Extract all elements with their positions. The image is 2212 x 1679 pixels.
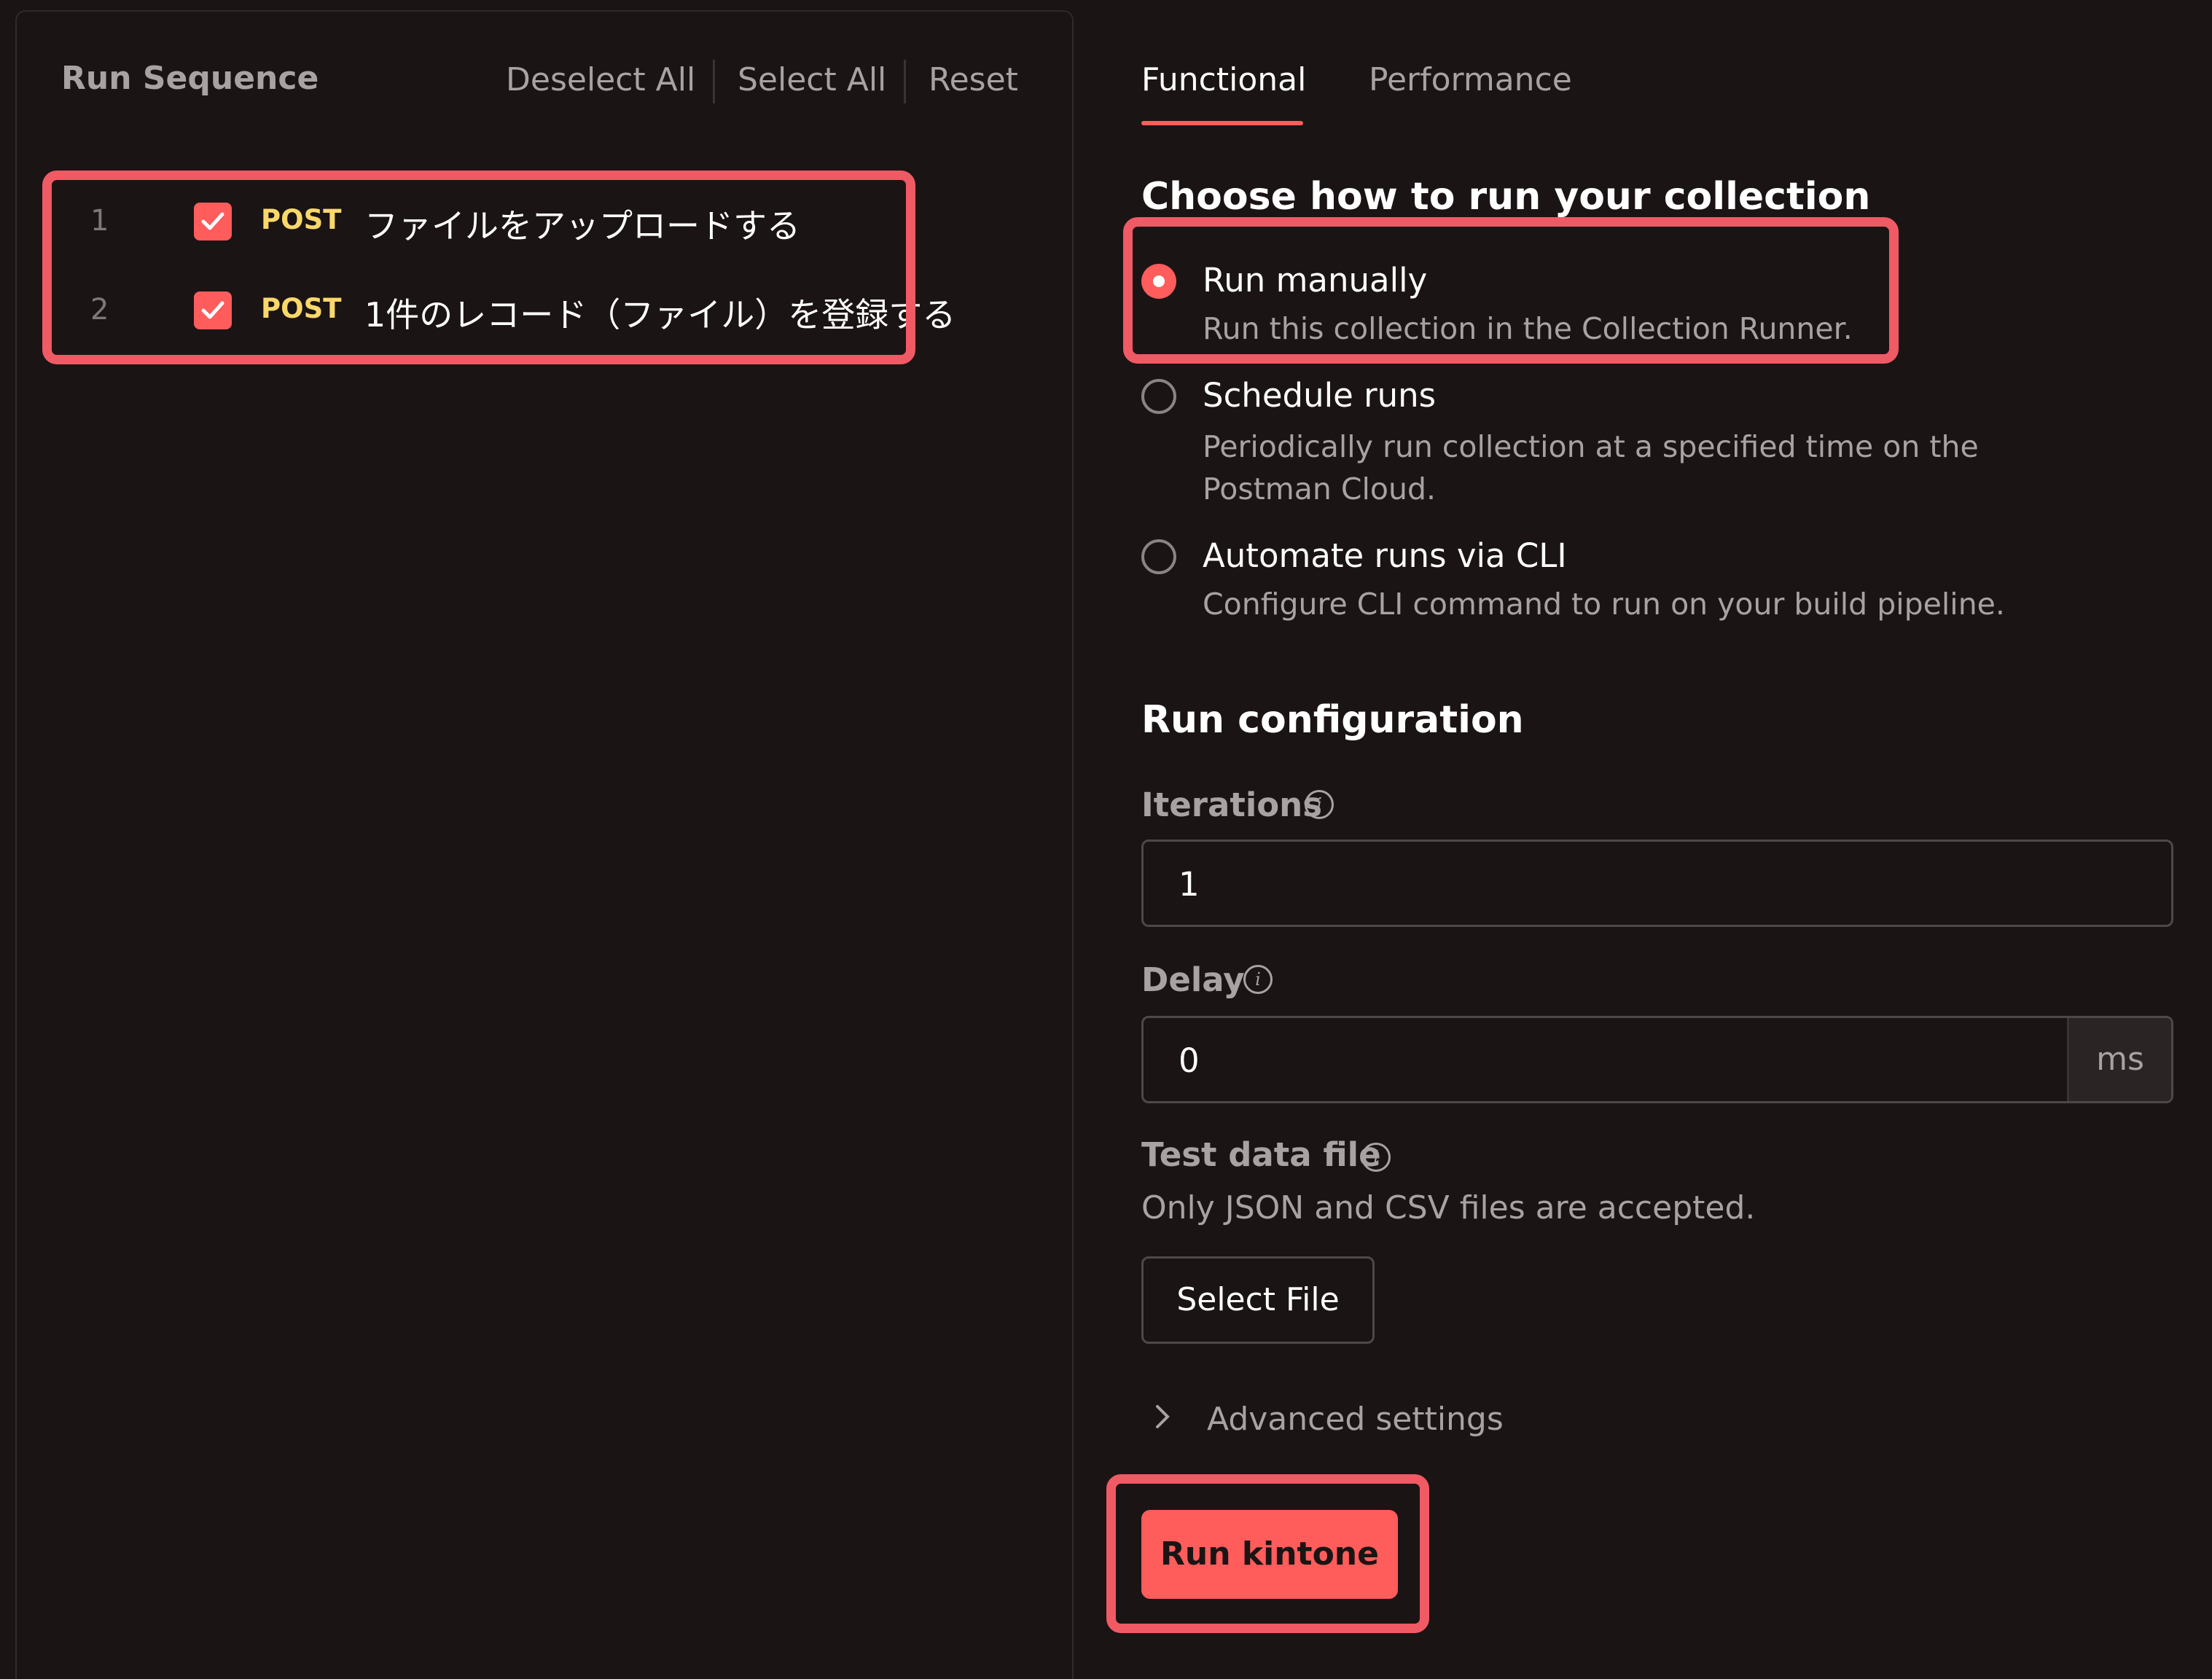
test-data-file-label: Test data file: [1141, 1135, 1381, 1174]
iterations-value: 1: [1179, 865, 1200, 904]
reset-button[interactable]: Reset: [929, 61, 1018, 98]
run-sequence-title: Run Sequence: [61, 60, 319, 97]
option-desc-run-manually: Run this collection in the Collection Ru…: [1203, 311, 1853, 346]
radio-run-manually[interactable]: [1141, 264, 1176, 299]
run-config-heading: Run configuration: [1141, 698, 1524, 742]
test-data-file-help: Only JSON and CSV files are accepted.: [1141, 1189, 1756, 1226]
info-icon[interactable]: i: [1243, 965, 1273, 994]
iterations-label: Iterations: [1141, 786, 1323, 824]
radio-automate-cli[interactable]: [1141, 539, 1176, 574]
select-all-button[interactable]: Select All: [738, 61, 886, 98]
advanced-settings-toggle[interactable]: Advanced settings: [1207, 1401, 1504, 1438]
option-title-run-manually[interactable]: Run manually: [1203, 261, 1427, 300]
deselect-all-button[interactable]: Deselect All: [506, 61, 695, 98]
select-file-button[interactable]: Select File: [1141, 1256, 1375, 1344]
action-divider: [713, 60, 715, 103]
radio-schedule-runs[interactable]: [1141, 379, 1176, 414]
option-title-automate-cli[interactable]: Automate runs via CLI: [1203, 536, 1567, 575]
delay-unit: ms: [2067, 1018, 2171, 1101]
iterations-input[interactable]: 1: [1141, 840, 2173, 927]
highlight-box-requests: [42, 171, 915, 364]
chevron-right-icon[interactable]: [1153, 1401, 1173, 1433]
delay-label: Delay: [1141, 960, 1245, 999]
delay-input[interactable]: 0 ms: [1141, 1016, 2173, 1103]
action-divider: [904, 60, 906, 103]
info-icon[interactable]: i: [1361, 1143, 1391, 1172]
info-icon[interactable]: i: [1305, 790, 1334, 819]
tab-functional[interactable]: Functional: [1141, 61, 1306, 98]
delay-value: 0: [1179, 1041, 1200, 1080]
run-button[interactable]: Run kintone: [1141, 1510, 1398, 1599]
option-title-schedule-runs[interactable]: Schedule runs: [1203, 376, 1436, 415]
active-tab-indicator: [1141, 121, 1303, 125]
option-desc-schedule-runs: Periodically run collection at a specifi…: [1203, 429, 1979, 506]
option-desc-automate-cli: Configure CLI command to run on your bui…: [1203, 587, 2005, 622]
tab-performance[interactable]: Performance: [1369, 61, 1572, 98]
run-mode-heading: Choose how to run your collection: [1141, 175, 1871, 219]
